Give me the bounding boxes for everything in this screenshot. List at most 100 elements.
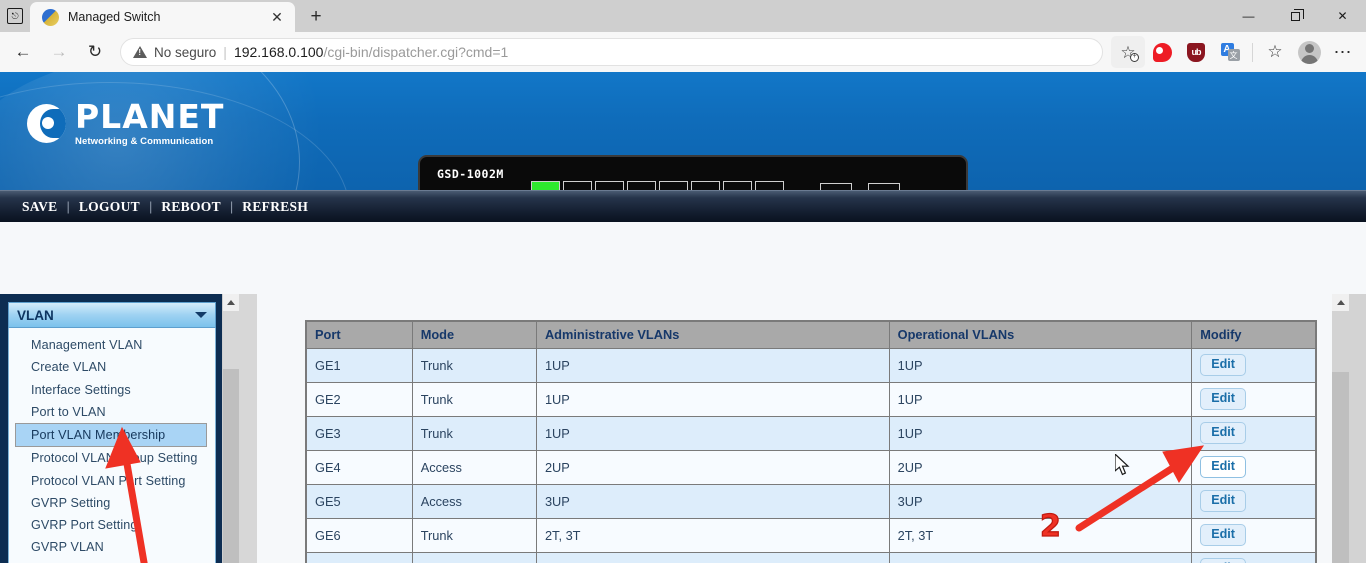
close-window-button[interactable]: ✕ bbox=[1319, 0, 1366, 32]
sidebar-item-management-vlan[interactable]: Management VLAN bbox=[9, 334, 215, 356]
cell-mode: Access bbox=[411, 449, 537, 485]
cell-port: GE7 bbox=[305, 551, 413, 563]
logout-button[interactable]: LOGOUT bbox=[79, 199, 140, 215]
port-vlan-membership-table: Port Mode Administrative VLANs Operation… bbox=[305, 320, 1317, 563]
favorites-list-icon[interactable]: ☆ bbox=[1258, 36, 1292, 68]
browser-tab[interactable]: Managed Switch ✕ bbox=[30, 2, 295, 32]
profile-avatar[interactable] bbox=[1292, 36, 1326, 68]
cell-administrative-vlans: 1UP bbox=[535, 347, 890, 383]
refresh-button[interactable]: REFRESH bbox=[242, 199, 308, 215]
edit-button[interactable]: Edit bbox=[1200, 456, 1247, 478]
scrollbar-gutter bbox=[239, 294, 257, 563]
back-button[interactable]: ← bbox=[6, 36, 40, 68]
cell-mode: Access bbox=[411, 483, 537, 519]
not-secure-warning-icon bbox=[133, 46, 147, 58]
page-scrollbar[interactable] bbox=[1332, 294, 1349, 563]
chevron-down-icon[interactable] bbox=[195, 312, 207, 318]
cell-operational-vlans: 1UP bbox=[888, 347, 1193, 383]
reload-button[interactable]: ↻ bbox=[78, 36, 112, 68]
device-port-1[interactable]: 1 bbox=[530, 181, 560, 190]
table-row: GE6 Trunk 2T, 3T 2T, 3T Edit bbox=[305, 517, 1317, 553]
sidebar-item-protocol-vlan-port-setting[interactable]: Protocol VLAN Port Setting bbox=[9, 470, 215, 492]
page-body: VLAN Management VLAN Create VLAN Interfa… bbox=[0, 294, 1366, 563]
cell-modify: Edit bbox=[1191, 449, 1317, 485]
sidebar-section-vlan[interactable]: VLAN bbox=[8, 302, 216, 328]
sidebar-item-gvrp-vlan[interactable]: GVRP VLAN bbox=[9, 536, 215, 558]
page-banner: PLANET Networking & Communication GSD-10… bbox=[0, 72, 1366, 190]
device-port-10[interactable]: 10 bbox=[868, 183, 900, 190]
edit-button[interactable]: Edit bbox=[1200, 354, 1247, 376]
cell-modify: Edit bbox=[1191, 381, 1317, 417]
new-tab-button[interactable]: + bbox=[301, 3, 331, 31]
reboot-button[interactable]: REBOOT bbox=[161, 199, 221, 215]
sidebar-section-title: VLAN bbox=[17, 307, 54, 323]
sidebar-item-protocol-vlan-group-setting[interactable]: Protocol VLAN Group Setting bbox=[9, 447, 215, 469]
address-separator: | bbox=[223, 44, 227, 60]
device-port-7[interactable]: 7 bbox=[722, 181, 752, 190]
device-port-9[interactable]: 9 bbox=[820, 183, 852, 190]
cell-modify: Edit bbox=[1191, 517, 1317, 553]
edit-button[interactable]: Edit bbox=[1200, 422, 1247, 444]
edit-button[interactable]: Edit bbox=[1200, 490, 1247, 512]
save-button[interactable]: SAVE bbox=[22, 199, 57, 215]
ublock-shield-icon[interactable]: ub bbox=[1179, 36, 1213, 68]
port-jack-icon bbox=[594, 181, 624, 190]
cell-modify: Edit bbox=[1191, 551, 1317, 563]
device-port-3[interactable]: 3 bbox=[594, 181, 624, 190]
sidebar-item-port-vlan-membership[interactable]: Port VLAN Membership bbox=[15, 423, 207, 448]
tab-close-icon[interactable]: ✕ bbox=[267, 7, 287, 27]
navigation-bar: ← → ↻ No seguro | 192.168.0.100/cgi-bin/… bbox=[0, 32, 1366, 72]
port-jack-icon bbox=[722, 181, 752, 190]
sidebar-menu-list: Management VLAN Create VLAN Interface Se… bbox=[8, 328, 216, 563]
table-row: GE1 Trunk 1UP 1UP Edit bbox=[305, 347, 1317, 383]
device-port-5[interactable]: 5 bbox=[658, 181, 688, 190]
cell-port: GE3 bbox=[305, 415, 413, 451]
sidebar-item-create-vlan[interactable]: Create VLAN bbox=[9, 356, 215, 378]
forward-button[interactable]: → bbox=[42, 36, 76, 68]
window-controls: — ✕ bbox=[1225, 0, 1366, 32]
column-header-port: Port bbox=[305, 320, 413, 349]
edit-button[interactable]: Edit bbox=[1200, 388, 1247, 410]
inner-scrollbar[interactable] bbox=[222, 294, 239, 563]
scrollbar-thumb[interactable] bbox=[223, 369, 239, 563]
sidebar-item-interface-settings[interactable]: Interface Settings bbox=[9, 379, 215, 401]
port-jack-icon bbox=[530, 181, 560, 190]
table-header-row: Port Mode Administrative VLANs Operation… bbox=[305, 320, 1317, 349]
scrollbar-outer-gutter bbox=[1349, 294, 1366, 563]
device-port-4[interactable]: 4 bbox=[626, 181, 656, 190]
device-model-label: GSD-1002M bbox=[437, 167, 504, 181]
cell-administrative-vlans: 2UP bbox=[535, 449, 890, 485]
device-rj45-ports: 1 2 3 4 5 bbox=[530, 181, 784, 190]
sidebar-item-gvrp-port-setting[interactable]: GVRP Port Setting bbox=[9, 514, 215, 536]
more-options-icon[interactable]: ⋯ bbox=[1326, 36, 1360, 68]
sfp-slot-icon bbox=[868, 183, 900, 190]
restore-button[interactable] bbox=[1272, 0, 1319, 32]
device-sfp-ports: 9 10 bbox=[820, 183, 900, 190]
translate-icon[interactable]: A文 bbox=[1213, 36, 1247, 68]
column-header-modify: Modify bbox=[1191, 320, 1317, 349]
brand-name: PLANET bbox=[75, 97, 225, 136]
address-url: 192.168.0.100/cgi-bin/dispatcher.cgi?cmd… bbox=[234, 44, 508, 60]
sidebar-item-gvrp-statistics[interactable]: GVRP Statistics bbox=[9, 559, 215, 563]
action-divider: | bbox=[229, 199, 234, 214]
cell-operational-vlans: 1UP bbox=[888, 381, 1193, 417]
device-port-6[interactable]: 6 bbox=[690, 181, 720, 190]
mouse-cursor bbox=[1115, 454, 1130, 476]
cell-administrative-vlans: 4UP bbox=[535, 551, 890, 563]
scroll-up-arrow-icon[interactable] bbox=[223, 294, 239, 311]
sidebar-item-gvrp-setting[interactable]: GVRP Setting bbox=[9, 492, 215, 514]
scrollbar-thumb[interactable] bbox=[1332, 372, 1349, 563]
add-favorite-icon[interactable]: ☆ + bbox=[1111, 36, 1145, 68]
device-port-2[interactable]: 2 bbox=[562, 181, 592, 190]
extension-red-icon[interactable] bbox=[1145, 36, 1179, 68]
cell-mode: Access bbox=[411, 551, 537, 563]
cell-mode: Trunk bbox=[411, 347, 537, 383]
sidebar-item-port-to-vlan[interactable]: Port to VLAN bbox=[9, 401, 215, 423]
scroll-up-arrow-icon[interactable] bbox=[1332, 294, 1349, 311]
edit-button[interactable]: Edit bbox=[1200, 558, 1247, 563]
cell-operational-vlans: 3UP bbox=[888, 483, 1193, 519]
edit-button[interactable]: Edit bbox=[1200, 524, 1247, 546]
address-bar[interactable]: No seguro | 192.168.0.100/cgi-bin/dispat… bbox=[120, 38, 1103, 66]
device-port-8[interactable]: 8 bbox=[754, 181, 784, 190]
minimize-button[interactable]: — bbox=[1225, 0, 1272, 32]
